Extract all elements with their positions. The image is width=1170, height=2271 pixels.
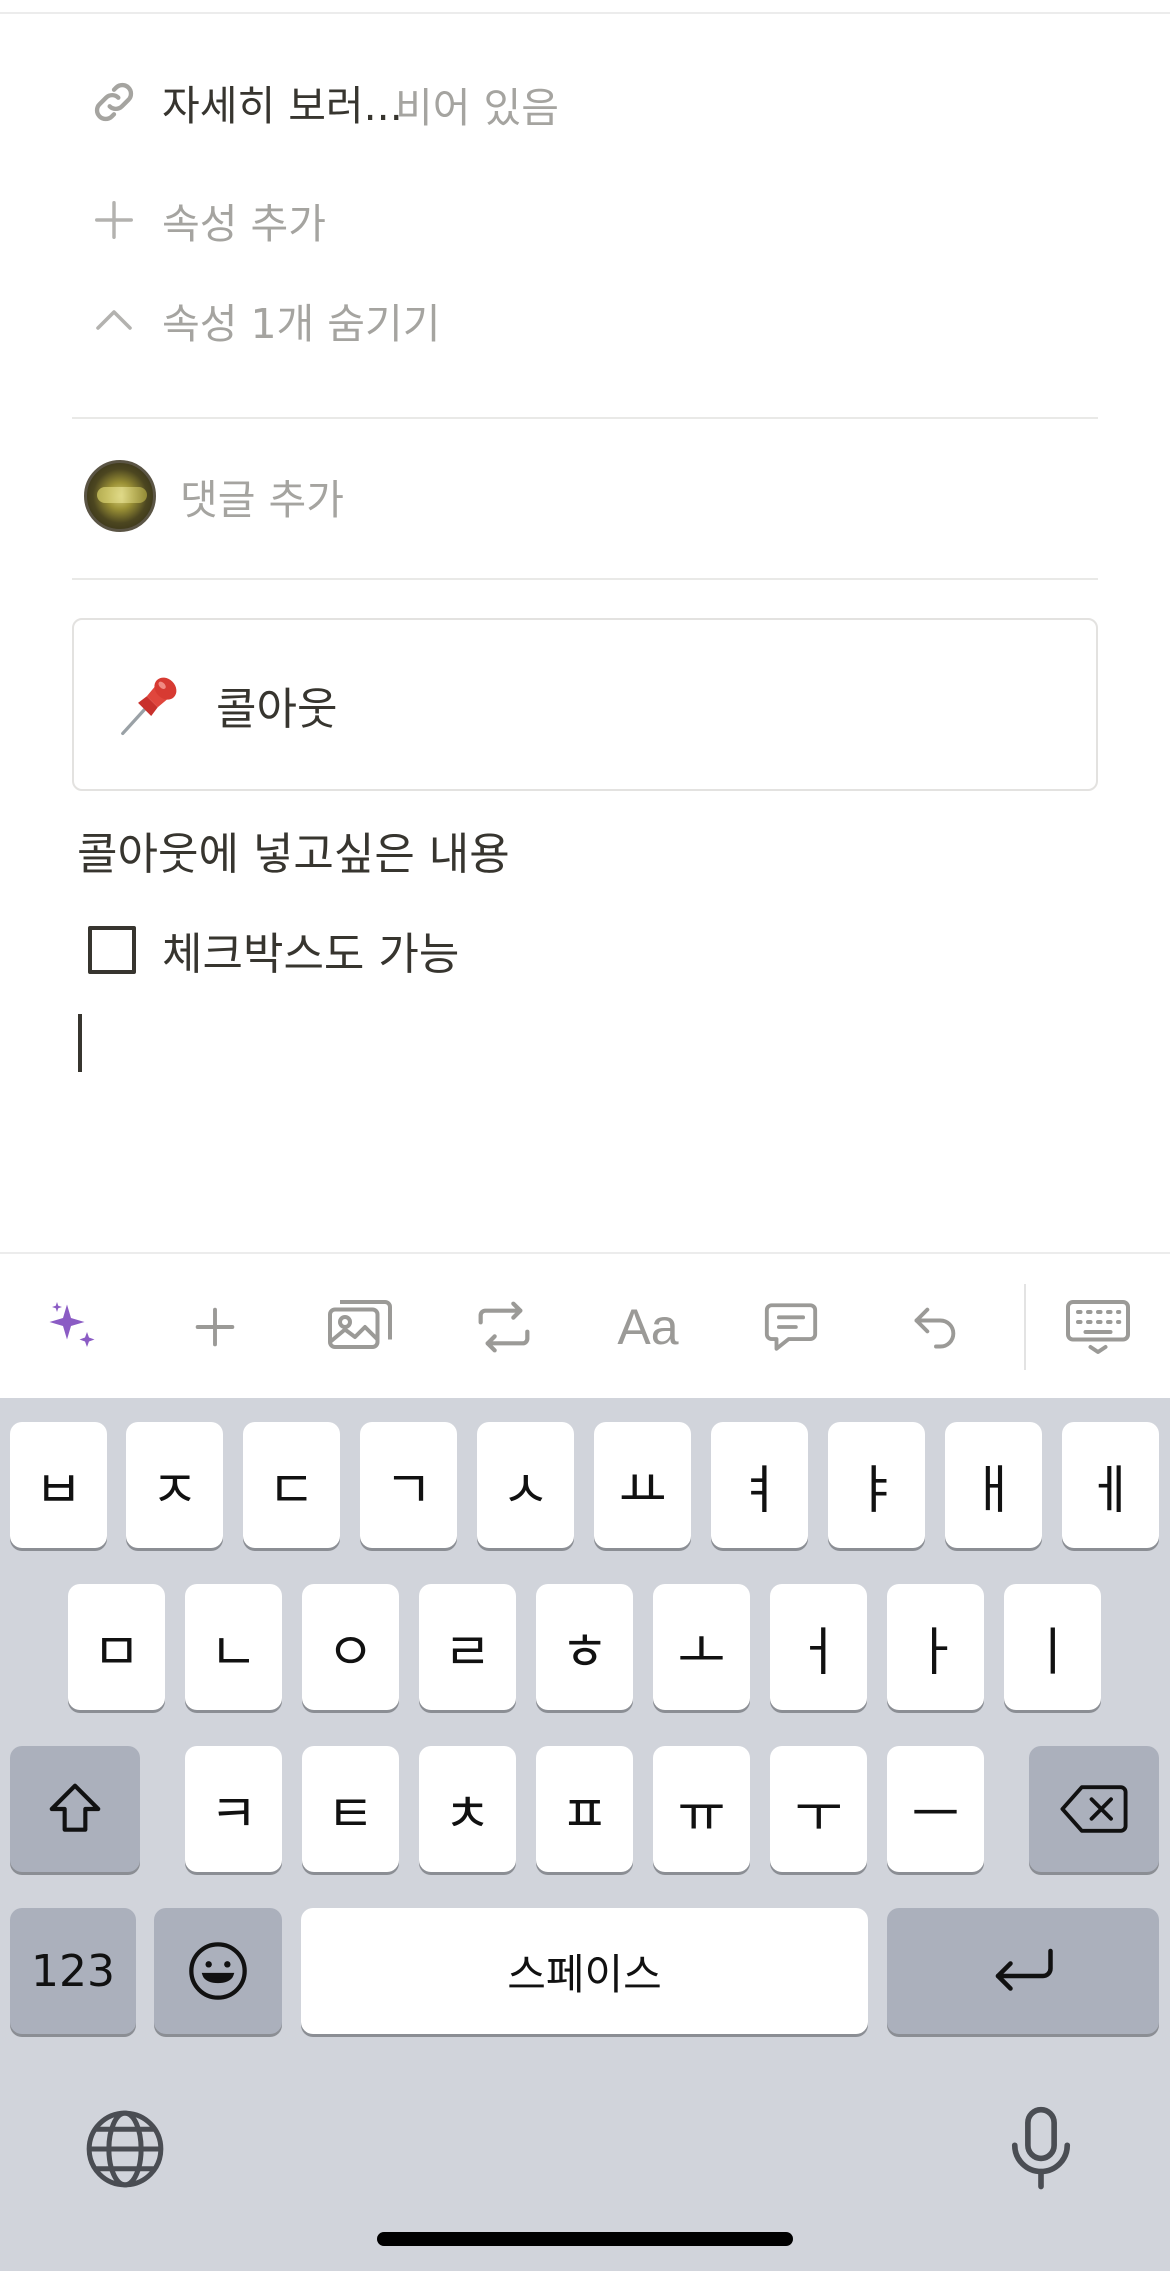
key-ㅐ[interactable]: ㅐ (945, 1422, 1042, 1548)
editor-toolbar: Aa (0, 1252, 1170, 1398)
todo-block[interactable]: 체크박스도 가능 (88, 918, 459, 982)
numbers-key[interactable]: 123 (10, 1908, 136, 2034)
todo-checkbox[interactable] (88, 926, 136, 974)
divider (72, 578, 1098, 580)
key-ㅕ[interactable]: ㅕ (711, 1422, 808, 1548)
chevron-up-icon (86, 292, 142, 348)
turn-into-icon[interactable] (444, 1254, 564, 1400)
key-ㅓ[interactable]: ㅓ (770, 1584, 867, 1710)
comment-icon[interactable] (731, 1254, 851, 1400)
plus-icon (86, 192, 142, 248)
key-ㅌ[interactable]: ㅌ (302, 1746, 399, 1872)
key-ㅏ[interactable]: ㅏ (887, 1584, 984, 1710)
key-ㄱ[interactable]: ㄱ (360, 1422, 457, 1548)
property-url[interactable]: 자세히 보러... (86, 72, 403, 132)
hide-properties-label: 속성 1개 숨기기 (162, 300, 441, 348)
divider (72, 417, 1098, 419)
avatar (84, 460, 156, 532)
keyboard-dismiss-icon[interactable] (1038, 1254, 1158, 1400)
key-ㅛ[interactable]: ㅛ (594, 1422, 691, 1548)
key-ㅍ[interactable]: ㅍ (536, 1746, 633, 1872)
globe-icon[interactable] (82, 2106, 168, 2192)
key-ㅠ[interactable]: ㅠ (653, 1746, 750, 1872)
microphone-icon[interactable] (1001, 2104, 1081, 2194)
plus-icon[interactable] (155, 1254, 275, 1400)
key-ㅁ[interactable]: ㅁ (68, 1584, 165, 1710)
key-ㅋ[interactable]: ㅋ (185, 1746, 282, 1872)
key-ㄷ[interactable]: ㄷ (243, 1422, 340, 1548)
return-icon (995, 1948, 1053, 1991)
comment-input-row[interactable]: 댓글 추가 (84, 460, 344, 532)
key-ㅂ[interactable]: ㅂ (10, 1422, 107, 1548)
pushpin-icon[interactable] (114, 670, 184, 740)
callout-text[interactable]: 콜아웃 (216, 673, 337, 737)
keyboard: ㅂ ㅈ ㄷ ㄱ ㅅ ㅛ ㅕ ㅑ ㅐ ㅔ ㅁ ㄴ ㅇ ㄹ ㅎ ㅗ ㅓ ㅏ ㅣ ㅋ … (0, 1398, 1170, 2271)
emoji-key[interactable] (154, 1908, 282, 2034)
toolbar-separator (1024, 1284, 1026, 1370)
comment-placeholder: 댓글 추가 (180, 476, 344, 524)
key-ㅑ[interactable]: ㅑ (828, 1422, 925, 1548)
add-property-button[interactable]: 속성 추가 (86, 190, 326, 250)
image-icon[interactable] (300, 1254, 420, 1400)
hide-properties-button[interactable]: 속성 1개 숨기기 (86, 290, 440, 350)
key-ㅗ[interactable]: ㅗ (653, 1584, 750, 1710)
top-divider (0, 12, 1170, 14)
text-format-label: Aa (617, 1299, 679, 1355)
key-ㅊ[interactable]: ㅊ (419, 1746, 516, 1872)
key-ㅈ[interactable]: ㅈ (126, 1422, 223, 1548)
home-indicator (377, 2232, 793, 2246)
shift-key[interactable] (10, 1746, 140, 1872)
key-ㅅ[interactable]: ㅅ (477, 1422, 574, 1548)
text-format-button[interactable]: Aa (588, 1254, 708, 1400)
key-ㄹ[interactable]: ㄹ (419, 1584, 516, 1710)
key-ㅣ[interactable]: ㅣ (1004, 1584, 1101, 1710)
backspace-key[interactable] (1029, 1746, 1159, 1872)
paragraph-block[interactable]: 콜아웃에 넣고싶은 내용 (77, 818, 510, 882)
key-ㅎ[interactable]: ㅎ (536, 1584, 633, 1710)
undo-icon[interactable] (876, 1254, 996, 1400)
key-ㄴ[interactable]: ㄴ (185, 1584, 282, 1710)
shift-icon (49, 1783, 101, 1832)
space-key[interactable]: 스페이스 (301, 1908, 868, 2034)
ai-sparkle-icon[interactable] (12, 1254, 132, 1400)
text-cursor (78, 1014, 82, 1072)
link-icon (86, 74, 142, 130)
return-key[interactable] (887, 1908, 1159, 2034)
add-property-label: 속성 추가 (162, 200, 326, 248)
emoji-icon (189, 1942, 247, 2000)
key-ㅔ[interactable]: ㅔ (1062, 1422, 1159, 1548)
callout-block[interactable]: 콜아웃 (72, 618, 1098, 791)
property-name: 자세히 보러... (162, 82, 403, 130)
key-ㅜ[interactable]: ㅜ (770, 1746, 867, 1872)
key-ㅇ[interactable]: ㅇ (302, 1584, 399, 1710)
todo-text[interactable]: 체크박스도 가능 (162, 918, 459, 982)
backspace-icon (1060, 1785, 1128, 1833)
property-value-empty[interactable]: 비어 있음 (395, 74, 559, 134)
key-ㅡ[interactable]: ㅡ (887, 1746, 984, 1872)
